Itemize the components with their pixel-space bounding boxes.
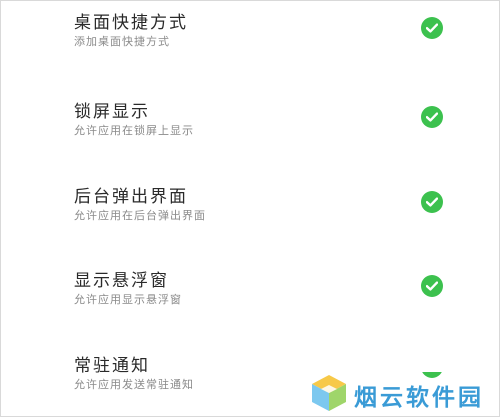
permission-subtitle: 添加桌面快捷方式 <box>74 35 170 48</box>
permission-title: 后台弹出界面 <box>74 187 188 207</box>
permission-subtitle: 允许应用显示悬浮窗 <box>74 293 182 306</box>
watermark-text: 烟云软件园 <box>354 385 484 411</box>
watermark: 烟云软件园 <box>308 372 498 414</box>
permission-subtitle: 允许应用在后台弹出界面 <box>74 209 206 222</box>
permission-subtitle: 允许应用在锁屏上显示 <box>74 124 194 137</box>
check-circle-icon[interactable] <box>421 191 443 213</box>
permission-row-floating-window[interactable]: 显示悬浮窗 允许应用显示悬浮窗 <box>0 271 500 331</box>
permission-list: 桌面快捷方式 添加桌面快捷方式 锁屏显示 允许应用在锁屏上显示 后台弹出界面 允… <box>0 0 500 417</box>
permission-row-desktop-shortcut[interactable]: 桌面快捷方式 添加桌面快捷方式 <box>0 13 500 73</box>
check-circle-icon[interactable] <box>421 275 443 297</box>
permission-subtitle: 允许应用发送常驻通知 <box>74 378 194 391</box>
permission-title: 桌面快捷方式 <box>74 13 188 33</box>
check-circle-icon[interactable] <box>421 106 443 128</box>
permission-title: 锁屏显示 <box>74 102 150 122</box>
permission-row-lock-screen[interactable]: 锁屏显示 允许应用在锁屏上显示 <box>0 102 500 162</box>
permission-row-background-popup[interactable]: 后台弹出界面 允许应用在后台弹出界面 <box>0 187 500 247</box>
cube-logo-icon <box>312 375 346 411</box>
permission-title: 常驻通知 <box>74 356 150 376</box>
permission-title: 显示悬浮窗 <box>74 271 169 291</box>
check-circle-icon[interactable] <box>421 17 443 39</box>
